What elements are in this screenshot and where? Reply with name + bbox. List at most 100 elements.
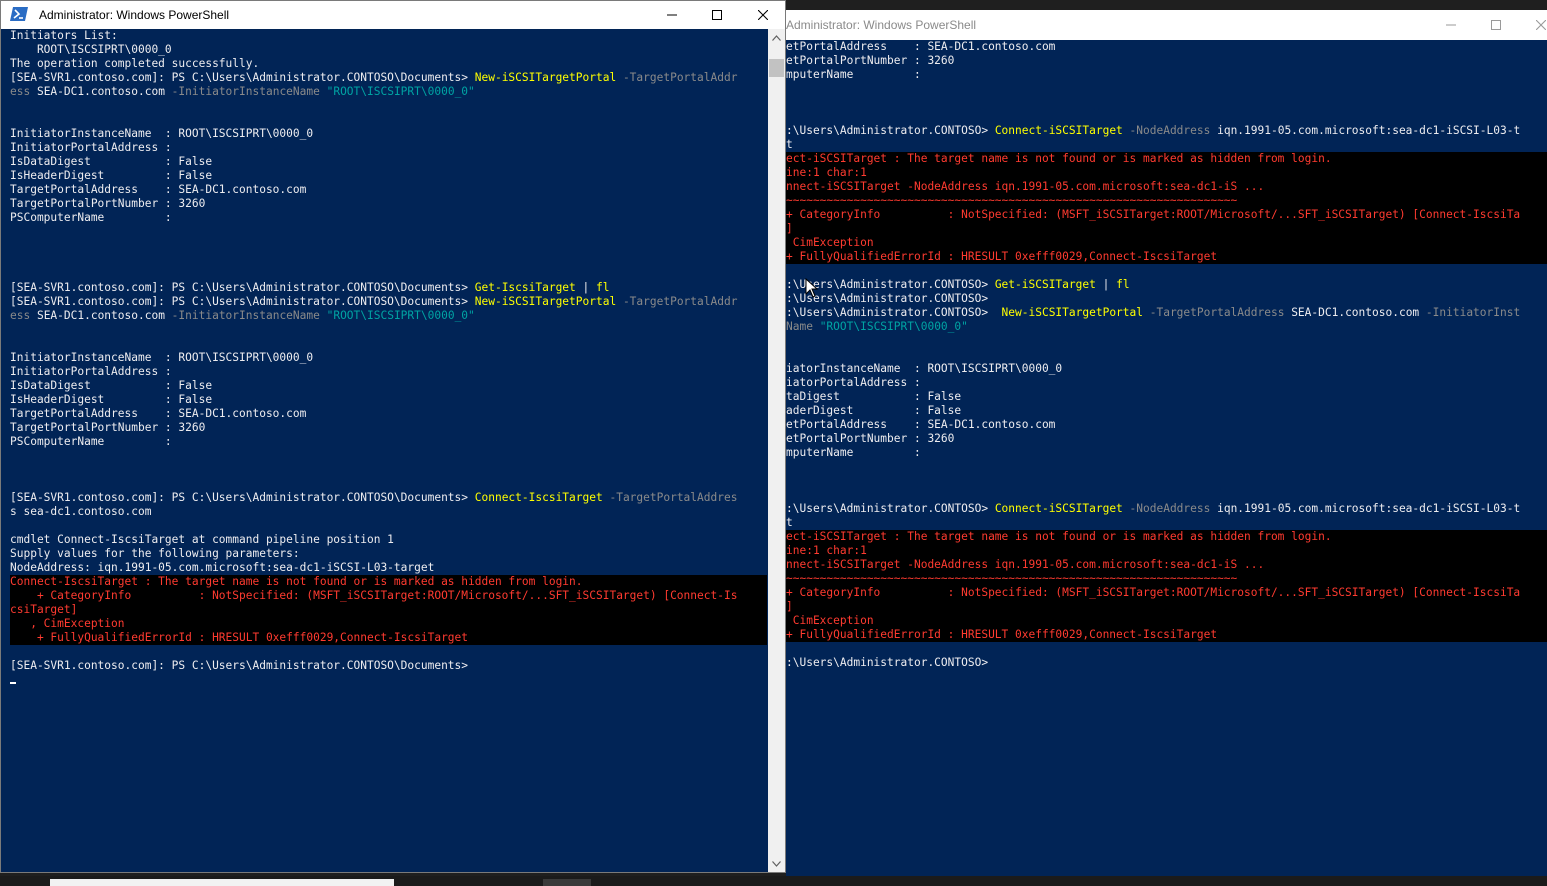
scroll-down-button[interactable]: [768, 855, 785, 872]
console-line: iatorPortalAddress :: [786, 376, 1547, 390]
console-line: NodeAddress: iqn.1991-05.com.microsoft:s…: [10, 561, 767, 575]
console-parameter-token: -InitiatorInstanceName: [171, 85, 320, 98]
window-title: Administrator: Windows PowerShell: [39, 8, 230, 22]
console-error-line: ~~~~~~~~~~~~~~~~~~~~~~~~~~~~~~~~~~~~~~~~…: [786, 572, 1547, 586]
console-text: |: [1095, 278, 1117, 291]
console-string-token: "ROOT\ISCSIPRT\0000_0": [319, 85, 475, 98]
console-output[interactable]: Initiators List: ROOT\ISCSIPRT\0000_0 The…: [10, 29, 767, 872]
console-line: ess SEA-DC1.contoso.com -InitiatorInstan…: [10, 85, 767, 99]
console-command-token: Connect-iSCSITarget: [994, 502, 1123, 515]
console-text: ]: [786, 222, 793, 235]
console-text: |: [575, 281, 597, 294]
maximize-button[interactable]: [694, 1, 740, 29]
console-line: IsHeaderDigest : False: [10, 393, 767, 407]
console-line: [SEA-SVR1.contoso.com]: PS C:\Users\Admi…: [10, 295, 767, 309]
console-text: :\Users\Administrator.CONTOSO>: [786, 306, 1002, 319]
console-text: InitiatorInstanceName : ROOT\ISCSIPRT\00…: [10, 127, 314, 140]
taskbar-active-app[interactable]: [543, 879, 591, 886]
window-title: Administrator: Windows PowerShell: [786, 18, 977, 32]
console-parameter-token: ess: [10, 309, 31, 322]
console-line: PSComputerName :: [10, 211, 767, 225]
console-text: PSComputerName :: [10, 435, 172, 448]
console-error-line: + FullyQualifiedErrorId : HRESULT 0xefff…: [10, 631, 767, 645]
console-line: Supply values for the following paramete…: [10, 547, 767, 561]
powershell-window-left[interactable]: Administrator: Windows PowerShell Initia…: [0, 0, 786, 873]
mouse-pointer-icon: [805, 278, 819, 298]
console-text: [SEA-SVR1.contoso.com]: PS C:\Users\Admi…: [10, 295, 475, 308]
console-error-line: + CategoryInfo : NotSpecified: (MSFT_iSC…: [786, 208, 1547, 222]
console-text: + CategoryInfo : NotSpecified: (MSFT_iSC…: [786, 208, 1521, 221]
console-command-token: Get-IscsiTarget: [474, 281, 576, 294]
powershell-icon: [10, 6, 28, 22]
console-error-line: ect-iSCSITarget : The target name is not…: [786, 152, 1547, 166]
console-line: aderDigest : False: [786, 404, 1547, 418]
close-button[interactable]: [740, 1, 785, 29]
console-text: [SEA-SVR1.contoso.com]: PS C:\Users\Admi…: [10, 659, 469, 672]
console-error-line: + FullyQualifiedErrorId : HRESULT 0xefff…: [786, 628, 1547, 642]
console-text: + FullyQualifiedErrorId : HRESULT 0xefff…: [786, 250, 1218, 263]
console-text: Connect-IscsiTarget : The target name is…: [10, 575, 583, 588]
close-button[interactable]: [1518, 10, 1547, 40]
console-error-line: ]: [786, 600, 1547, 614]
console-output[interactable]: etPortalAddress : SEA-DC1.contoso.com etP…: [786, 40, 1547, 876]
console-error-line: ine:1 char:1: [786, 544, 1547, 558]
console-string-token: "ROOT\ISCSIPRT\0000_0": [812, 320, 968, 333]
console-text: TargetPortalPortNumber : 3260: [10, 197, 206, 210]
scrollbar-thumb[interactable]: [769, 59, 784, 77]
console-text: SEA-DC1.contoso.com: [1284, 306, 1426, 319]
console-error-line: CimException: [786, 614, 1547, 628]
title-bar[interactable]: Administrator: Windows PowerShell: [1, 1, 785, 29]
console-line: etPortalAddress : SEA-DC1.contoso.com: [786, 418, 1547, 432]
console-text: ine:1 char:1: [786, 544, 867, 557]
console-text: Initiators List:: [10, 29, 118, 42]
console-text: csiTarget]: [10, 603, 78, 616]
console-text: InitiatorPortalAddress :: [10, 365, 172, 378]
scroll-up-arrow-icon: [772, 34, 781, 41]
console-parameter-token: -TargetPortalAddress: [1143, 306, 1285, 319]
console-line: etPortalAddress : SEA-DC1.contoso.com: [786, 40, 1547, 54]
maximize-icon: [712, 10, 722, 20]
title-bar[interactable]: Administrator: Windows PowerShell: [786, 10, 1547, 40]
console-command-token: New-iSCSITargetPortal: [474, 71, 617, 84]
console-line: :\Users\Administrator.CONTOSO> Connect-i…: [786, 502, 1547, 516]
console-command-token: fl: [596, 281, 610, 294]
console-text: ~~~~~~~~~~~~~~~~~~~~~~~~~~~~~~~~~~~~~~~~…: [786, 572, 1238, 585]
console-command-token: Connect-iSCSITarget: [994, 124, 1123, 137]
console-text: TargetPortalPortNumber : 3260: [10, 421, 206, 434]
console-text: t: [786, 138, 793, 151]
minimize-button[interactable]: [649, 1, 695, 29]
console-line: ROOT\ISCSIPRT\0000_0: [10, 43, 767, 57]
taskbar-search-box[interactable]: [50, 879, 394, 886]
console-text: InitiatorPortalAddress :: [10, 141, 172, 154]
console-error-line: ect-iSCSITarget : The target name is not…: [786, 530, 1547, 544]
console-text: iatorInstanceName : ROOT\ISCSIPRT\0000_0: [786, 362, 1063, 375]
console-input-line[interactable]: [10, 673, 767, 687]
console-text: + CategoryInfo : NotSpecified: (MSFT_iSC…: [786, 586, 1521, 599]
scroll-up-button[interactable]: [768, 29, 785, 46]
console-line: TargetPortalAddress : SEA-DC1.contoso.co…: [10, 183, 767, 197]
minimize-button[interactable]: [1428, 10, 1474, 40]
console-line: [SEA-SVR1.contoso.com]: PS C:\Users\Admi…: [10, 491, 767, 505]
console-error-line: , CimException: [10, 617, 767, 631]
maximize-button[interactable]: [1473, 10, 1519, 40]
console-text: IsDataDigest : False: [10, 155, 213, 168]
console-line: PSComputerName :: [10, 435, 767, 449]
console-line: t: [786, 138, 1547, 152]
powershell-window-right[interactable]: Administrator: Windows PowerShell etPort…: [786, 10, 1547, 876]
console-line: iatorInstanceName : ROOT\ISCSIPRT\0000_0: [786, 362, 1547, 376]
console-error-line: + FullyQualifiedErrorId : HRESULT 0xefff…: [786, 250, 1547, 264]
console-text: [SEA-SVR1.contoso.com]: PS C:\Users\Admi…: [10, 491, 475, 504]
vertical-scrollbar[interactable]: [768, 29, 785, 872]
console-line: :\Users\Administrator.CONTOSO> New-iSCSI…: [786, 306, 1547, 320]
